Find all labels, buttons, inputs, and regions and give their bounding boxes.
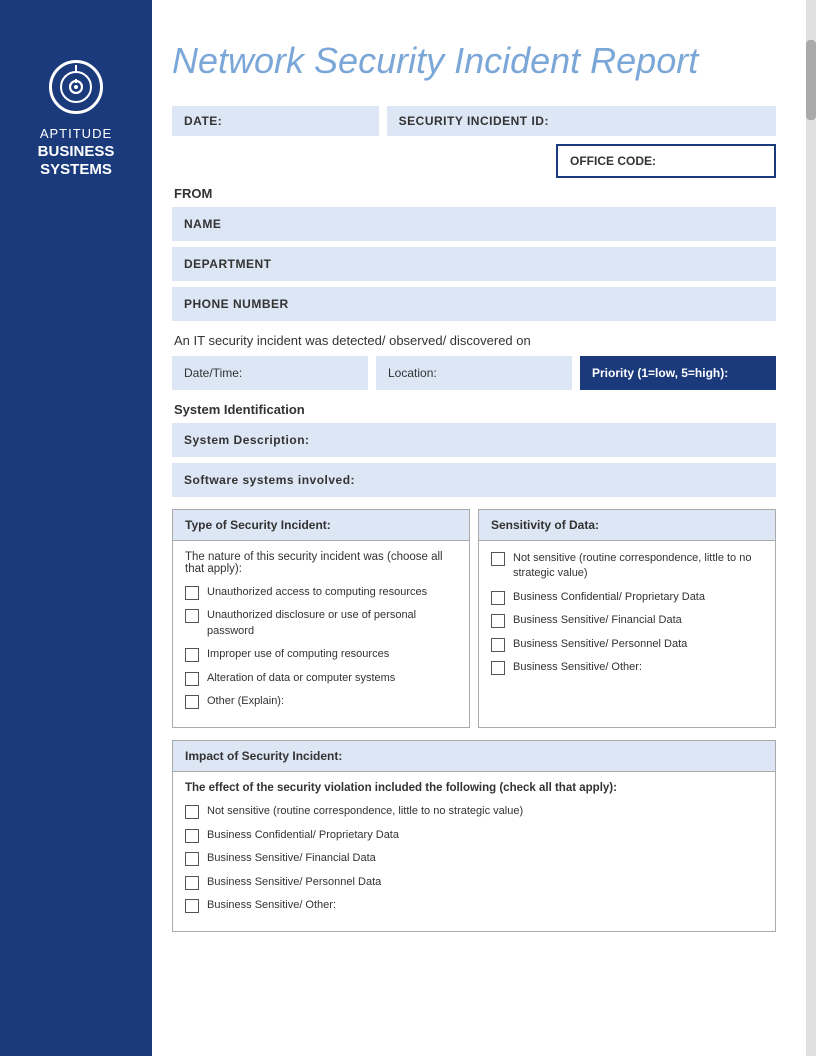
list-item: Unauthorized disclosure or use of person… (185, 608, 457, 639)
incident-type-body: The nature of this security incident was… (173, 541, 469, 727)
list-item: Business Sensitive/ Personnel Data (185, 875, 763, 890)
page-title: Network Security Incident Report (172, 40, 776, 82)
list-item: Not sensitive (routine correspondence, l… (185, 804, 763, 819)
list-item: Not sensitive (routine correspondence, l… (491, 551, 763, 582)
list-item: Unauthorized access to computing resourc… (185, 585, 457, 600)
sensitivity-box: Sensitivity of Data: Not sensitive (rout… (478, 509, 776, 728)
impact-section: Impact of Security Incident: The effect … (172, 740, 776, 932)
scrollbar[interactable] (806, 0, 816, 1056)
sidebar: APTITUDE BUSINESS SYSTEMS (0, 0, 152, 1056)
sensitivity-header: Sensitivity of Data: (479, 510, 775, 541)
checkbox-2[interactable] (185, 609, 199, 623)
impact-checkbox-4[interactable] (185, 876, 199, 890)
list-item: Business Sensitive/ Other: (185, 898, 763, 913)
security-incident-id-field[interactable]: SECURITY INCIDENT ID: (387, 106, 776, 136)
impact-body-title: The effect of the security violation inc… (185, 782, 763, 794)
office-code-row: OFFICE CODE: (172, 144, 776, 178)
system-id-label: System Identification (172, 402, 776, 417)
impact-label-2: Business Confidential/ Proprietary Data (207, 828, 399, 843)
name-field[interactable]: NAME (172, 207, 776, 241)
impact-label-5: Business Sensitive/ Other: (207, 898, 336, 913)
datetime-field[interactable]: Date/Time: (172, 356, 368, 390)
date-field[interactable]: DATE: (172, 106, 379, 136)
sidebar-brand: APTITUDE BUSINESS SYSTEMS (38, 126, 115, 179)
business-label: BUSINESS SYSTEMS (38, 143, 115, 179)
sensitivity-label-3: Business Sensitive/ Financial Data (513, 613, 682, 628)
main-content: Network Security Incident Report DATE: S… (152, 0, 806, 984)
list-item: Business Confidential/ Proprietary Data (491, 590, 763, 605)
checkbox-4[interactable] (185, 672, 199, 686)
detection-row: Date/Time: Location: Priority (1=low, 5=… (172, 356, 776, 390)
sensitivity-label-4: Business Sensitive/ Personnel Data (513, 637, 687, 652)
sensitivity-checkbox-5[interactable] (491, 661, 505, 675)
two-col-section: Type of Security Incident: The nature of… (172, 509, 776, 728)
list-item: Alteration of data or computer systems (185, 671, 457, 686)
checkbox-label-5: Other (Explain): (207, 694, 284, 709)
impact-header: Impact of Security Incident: (173, 741, 775, 772)
list-item: Other (Explain): (185, 694, 457, 709)
impact-label-1: Not sensitive (routine correspondence, l… (207, 804, 523, 819)
list-item: Business Sensitive/ Financial Data (491, 613, 763, 628)
list-item: Business Sensitive/ Financial Data (185, 851, 763, 866)
sensitivity-checkbox-3[interactable] (491, 614, 505, 628)
software-field[interactable]: Software systems involved: (172, 463, 776, 497)
list-item: Business Confidential/ Proprietary Data (185, 828, 763, 843)
impact-checkbox-5[interactable] (185, 899, 199, 913)
checkbox-label-2: Unauthorized disclosure or use of person… (207, 608, 457, 639)
sensitivity-checkbox-1[interactable] (491, 552, 505, 566)
sensitivity-body: Not sensitive (routine correspondence, l… (479, 541, 775, 693)
impact-body: The effect of the security violation inc… (173, 772, 775, 931)
incident-type-box: Type of Security Incident: The nature of… (172, 509, 470, 728)
system-section: System Identification System Description… (172, 402, 776, 497)
priority-field[interactable]: Priority (1=low, 5=high): (580, 356, 776, 390)
impact-checkbox-1[interactable] (185, 805, 199, 819)
checkbox-label-4: Alteration of data or computer systems (207, 671, 395, 686)
impact-label-4: Business Sensitive/ Personnel Data (207, 875, 381, 890)
phone-field[interactable]: PHONE NUMBER (172, 287, 776, 321)
logo-circle (49, 60, 103, 114)
sensitivity-label-2: Business Confidential/ Proprietary Data (513, 590, 705, 605)
logo-inner (60, 71, 92, 103)
checkbox-label-1: Unauthorized access to computing resourc… (207, 585, 427, 600)
list-item: Business Sensitive/ Other: (491, 660, 763, 675)
checkbox-3[interactable] (185, 648, 199, 662)
incident-type-title: The nature of this security incident was… (185, 551, 457, 575)
impact-label-3: Business Sensitive/ Financial Data (207, 851, 376, 866)
sensitivity-label-5: Business Sensitive/ Other: (513, 660, 642, 675)
detected-text: An IT security incident was detected/ ob… (174, 333, 776, 348)
date-id-row: DATE: SECURITY INCIDENT ID: (172, 106, 776, 136)
department-field[interactable]: DEPARTMENT (172, 247, 776, 281)
impact-checkbox-2[interactable] (185, 829, 199, 843)
sensitivity-label-1: Not sensitive (routine correspondence, l… (513, 551, 763, 582)
from-label: FROM (174, 186, 776, 201)
office-code-field[interactable]: OFFICE CODE: (556, 144, 776, 178)
impact-checkbox-3[interactable] (185, 852, 199, 866)
sensitivity-checkbox-4[interactable] (491, 638, 505, 652)
aptitude-label: APTITUDE (38, 126, 115, 141)
scrollbar-thumb[interactable] (806, 40, 816, 120)
list-item: Improper use of computing resources (185, 647, 457, 662)
list-item: Business Sensitive/ Personnel Data (491, 637, 763, 652)
incident-type-header: Type of Security Incident: (173, 510, 469, 541)
system-desc-field[interactable]: System Description: (172, 423, 776, 457)
location-field[interactable]: Location: (376, 356, 572, 390)
checkbox-1[interactable] (185, 586, 199, 600)
sensitivity-checkbox-2[interactable] (491, 591, 505, 605)
checkbox-5[interactable] (185, 695, 199, 709)
checkbox-label-3: Improper use of computing resources (207, 647, 389, 662)
